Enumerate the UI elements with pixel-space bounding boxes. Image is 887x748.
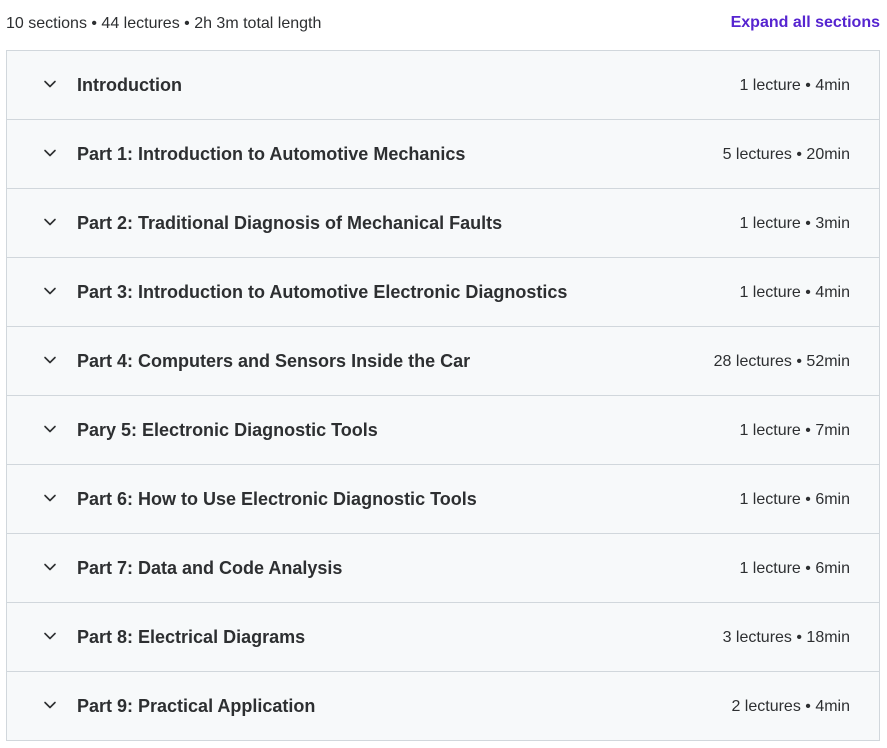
chevron-down-icon [43, 629, 57, 643]
section-lecture-count: 1 lecture • 4min [739, 77, 850, 94]
section-header[interactable]: Part 6: How to Use Electronic Diagnostic… [7, 465, 879, 534]
course-summary-bar: 10 sections • 44 lectures • 2h 3m total … [0, 0, 887, 50]
section-header[interactable]: Part 2: Traditional Diagnosis of Mechani… [7, 189, 879, 258]
section-header[interactable]: Introduction 1 lecture • 4min [7, 51, 879, 120]
section-title: Part 8: Electrical Diagrams [77, 627, 306, 647]
chevron-down-icon [43, 698, 57, 712]
section-lecture-count: 1 lecture • 7min [739, 422, 850, 439]
expand-all-sections-button[interactable]: Expand all sections [731, 14, 880, 32]
chevron-down-icon [43, 491, 57, 505]
course-summary-text: 10 sections • 44 lectures • 2h 3m total … [6, 15, 322, 32]
section-title: Introduction [77, 75, 182, 95]
chevron-down-icon [43, 422, 57, 436]
section-title: Part 9: Practical Application [77, 696, 316, 716]
section-title: Part 6: How to Use Electronic Diagnostic… [77, 489, 477, 509]
chevron-down-icon [43, 77, 57, 91]
section-header[interactable]: Part 4: Computers and Sensors Inside the… [7, 327, 879, 396]
section-header[interactable]: Part 3: Introduction to Automotive Elect… [7, 258, 879, 327]
chevron-down-icon [43, 560, 57, 574]
section-title: Pary 5: Electronic Diagnostic Tools [77, 420, 378, 440]
section-list: Introduction 1 lecture • 4min Part 1: In… [6, 50, 880, 741]
chevron-down-icon [43, 353, 57, 367]
course-content-page: 10 sections • 44 lectures • 2h 3m total … [0, 0, 887, 748]
section-lecture-count: 5 lectures • 20min [722, 146, 850, 163]
section-title: Part 7: Data and Code Analysis [77, 558, 343, 578]
section-lecture-count: 1 lecture • 6min [739, 491, 850, 508]
section-title: Part 2: Traditional Diagnosis of Mechani… [77, 213, 503, 233]
section-header[interactable]: Part 7: Data and Code Analysis 1 lecture… [7, 534, 879, 603]
section-header[interactable]: Part 9: Practical Application 2 lectures… [7, 672, 879, 740]
section-title: Part 4: Computers and Sensors Inside the… [77, 351, 471, 371]
section-header[interactable]: Part 8: Electrical Diagrams 3 lectures •… [7, 603, 879, 672]
section-lecture-count: 1 lecture • 3min [739, 215, 850, 232]
section-header[interactable]: Part 1: Introduction to Automotive Mecha… [7, 120, 879, 189]
section-lecture-count: 2 lectures • 4min [731, 698, 850, 715]
section-lecture-count: 1 lecture • 4min [739, 284, 850, 301]
chevron-down-icon [43, 146, 57, 160]
chevron-down-icon [43, 215, 57, 229]
section-lecture-count: 1 lecture • 6min [739, 560, 850, 577]
section-title: Part 1: Introduction to Automotive Mecha… [77, 144, 466, 164]
section-lecture-count: 28 lectures • 52min [713, 353, 850, 370]
section-header[interactable]: Pary 5: Electronic Diagnostic Tools 1 le… [7, 396, 879, 465]
chevron-down-icon [43, 284, 57, 298]
section-title: Part 3: Introduction to Automotive Elect… [77, 282, 568, 302]
section-lecture-count: 3 lectures • 18min [722, 629, 850, 646]
